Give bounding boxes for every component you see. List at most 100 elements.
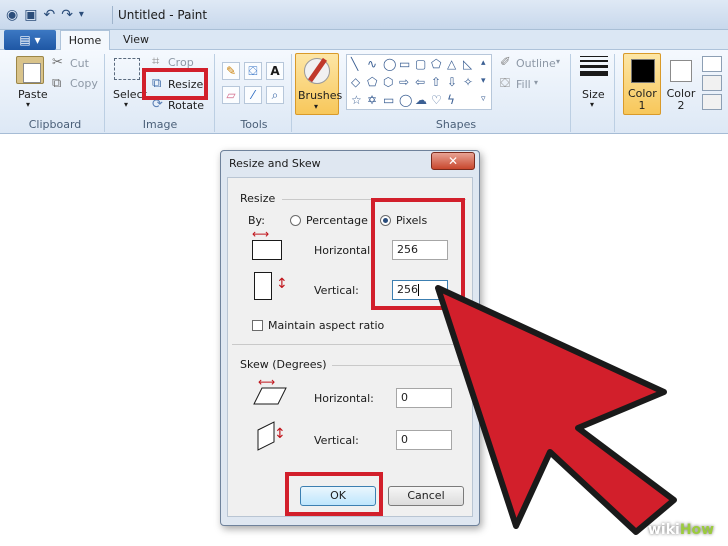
watermark-wiki: wiki bbox=[648, 522, 680, 538]
quick-access-toolbar: ◉ ▣ ↶ ↷ ▾ bbox=[6, 5, 90, 25]
tab-view[interactable]: View bbox=[114, 30, 158, 51]
hexagon-shape-icon[interactable]: ⬡ bbox=[383, 76, 393, 88]
paste-button[interactable]: Paste bbox=[18, 88, 48, 101]
down-arrow-shape-icon[interactable]: ⇩ bbox=[447, 76, 457, 88]
watermark-how: How bbox=[679, 522, 715, 538]
copy-button[interactable]: Copy bbox=[70, 77, 98, 90]
palette-color[interactable] bbox=[702, 75, 722, 91]
heart-shape-icon[interactable]: ♡ bbox=[431, 94, 442, 106]
color1-swatch bbox=[631, 59, 655, 83]
cut-button[interactable]: Cut bbox=[70, 57, 89, 70]
group-separator bbox=[291, 54, 292, 132]
outline-button[interactable]: Outline bbox=[516, 57, 556, 70]
resize-section-label: Resize bbox=[240, 192, 276, 205]
five-point-star-shape-icon[interactable]: ☆ bbox=[351, 94, 362, 106]
four-point-star-shape-icon[interactable]: ✧ bbox=[463, 76, 473, 88]
pencil-icon[interactable]: ✎ bbox=[222, 62, 240, 80]
ribbon: Paste ▾ ✂ Cut ⧉ Copy Clipboard Select ▾ … bbox=[0, 50, 728, 134]
clipboard-group-label: Clipboard bbox=[28, 118, 82, 131]
triangle-shape-icon[interactable]: △ bbox=[447, 58, 456, 70]
pointer-arrow-icon bbox=[435, 285, 677, 535]
up-arrow-shape-icon[interactable]: ⇧ bbox=[431, 76, 441, 88]
outline-icon: ✐ bbox=[500, 55, 511, 70]
size-icon[interactable] bbox=[580, 56, 608, 79]
gallery-expand-icon[interactable]: ▿ bbox=[481, 93, 486, 105]
rotate-icon: ⟳ bbox=[152, 97, 163, 112]
skew-vertical-label: Vertical: bbox=[314, 434, 359, 447]
color-picker-icon[interactable]: ⁄ bbox=[244, 86, 262, 104]
lightning-shape-icon[interactable]: ϟ bbox=[447, 94, 455, 106]
skew-horizontal-label: Horizontal: bbox=[314, 392, 374, 405]
resize-vertical-label: Vertical: bbox=[314, 284, 359, 297]
close-icon: ✕ bbox=[447, 154, 459, 168]
fill-icon: ⛋ bbox=[500, 76, 510, 91]
rounded-callout-shape-icon[interactable]: ▭ bbox=[383, 94, 394, 106]
resize-highlight bbox=[142, 68, 208, 100]
color2-label[interactable]: Color 2 bbox=[666, 88, 696, 112]
rectangle-shape-icon[interactable]: ▭ bbox=[399, 58, 410, 70]
brush-icon bbox=[304, 58, 330, 84]
pentagon-shape-icon[interactable]: ⬠ bbox=[367, 76, 377, 88]
redo-icon[interactable]: ↷ bbox=[61, 5, 73, 25]
brushes-dropdown-icon: ▾ bbox=[314, 102, 319, 111]
polygon-shape-icon[interactable]: ⬠ bbox=[431, 58, 441, 70]
brushes-button[interactable]: Brushes ▾ bbox=[295, 53, 342, 115]
skew-section-label: Skew (Degrees) bbox=[240, 358, 327, 371]
ok-highlight bbox=[285, 472, 383, 516]
save-icon[interactable]: ▣ bbox=[24, 5, 37, 25]
paste-icon[interactable] bbox=[16, 56, 44, 84]
curve-shape-icon[interactable]: ∿ bbox=[367, 58, 377, 70]
magnifier-icon[interactable]: ⌕ bbox=[266, 86, 284, 104]
customize-dropdown-icon[interactable]: ▾ bbox=[79, 5, 84, 25]
paint-app-icon: ◉ bbox=[6, 7, 19, 23]
gallery-scroll-down-icon[interactable]: ▾ bbox=[481, 75, 486, 87]
percentage-label[interactable]: Percentage bbox=[306, 214, 368, 227]
diamond-shape-icon[interactable]: ◇ bbox=[351, 76, 360, 88]
close-button[interactable]: ✕ bbox=[431, 152, 475, 170]
right-arrow-shape-icon[interactable]: ⇨ bbox=[399, 76, 409, 88]
group-separator bbox=[614, 54, 615, 132]
color1-label: Color 1 bbox=[628, 87, 657, 112]
select-icon[interactable] bbox=[114, 58, 140, 80]
gallery-scroll-up-icon[interactable]: ▴ bbox=[481, 57, 486, 69]
eraser-icon[interactable]: ▱ bbox=[222, 86, 240, 104]
paint-menu-button[interactable]: ▤ ▾ bbox=[4, 30, 56, 50]
vertical-skew-arrow-icon: ↕ bbox=[274, 426, 286, 442]
paste-dropdown-icon[interactable]: ▾ bbox=[26, 100, 30, 109]
rounded-rectangle-shape-icon[interactable]: ▢ bbox=[415, 58, 426, 70]
shapes-gallery[interactable]: ╲ ∿ ◯ ▭ ▢ ⬠ △ ◺ ◇ ⬠ ⬡ ⇨ ⇦ ⇧ ⇩ ✧ ☆ ✡ ▭ ◯ … bbox=[346, 54, 492, 110]
horizontal-resize-arrow-icon: ⟷ bbox=[252, 227, 270, 241]
undo-icon[interactable]: ↶ bbox=[43, 5, 55, 25]
horizontal-resize-icon bbox=[252, 240, 282, 260]
title-bar: ◉ ▣ ↶ ↷ ▾ Untitled - Paint bbox=[0, 0, 728, 30]
copy-icon: ⧉ bbox=[52, 76, 62, 91]
left-arrow-shape-icon[interactable]: ⇦ bbox=[415, 76, 425, 88]
tab-home[interactable]: Home bbox=[60, 30, 110, 51]
line-shape-icon[interactable]: ╲ bbox=[351, 58, 358, 70]
color2-swatch[interactable] bbox=[670, 60, 692, 82]
outline-dropdown-icon[interactable]: ▾ bbox=[556, 57, 560, 66]
six-point-star-shape-icon[interactable]: ✡ bbox=[367, 94, 377, 106]
cloud-callout-shape-icon[interactable]: ☁ bbox=[415, 94, 427, 106]
fill-dropdown-icon[interactable]: ▾ bbox=[534, 78, 538, 87]
title-separator bbox=[112, 6, 113, 24]
oval-callout-shape-icon[interactable]: ◯ bbox=[399, 94, 412, 106]
maintain-aspect-label[interactable]: Maintain aspect ratio bbox=[268, 319, 384, 332]
size-dropdown-icon[interactable]: ▾ bbox=[590, 100, 594, 109]
palette-color[interactable] bbox=[702, 94, 722, 110]
shapes-group-label: Shapes bbox=[435, 118, 477, 131]
select-dropdown-icon[interactable]: ▾ bbox=[124, 100, 128, 109]
maintain-aspect-checkbox[interactable] bbox=[252, 320, 263, 331]
group-separator bbox=[104, 54, 105, 132]
oval-shape-icon[interactable]: ◯ bbox=[383, 58, 396, 70]
crop-icon: ⌗ bbox=[152, 54, 160, 69]
fill-button[interactable]: Fill bbox=[516, 78, 531, 91]
group-separator bbox=[214, 54, 215, 132]
rotate-button[interactable]: Rotate bbox=[168, 99, 204, 112]
fill-bucket-icon[interactable]: ⛋ bbox=[244, 62, 262, 80]
right-triangle-shape-icon[interactable]: ◺ bbox=[463, 58, 472, 70]
palette-color[interactable] bbox=[702, 56, 722, 72]
percentage-radio[interactable] bbox=[290, 215, 301, 226]
color1-button[interactable]: Color 1 bbox=[623, 53, 661, 115]
text-tool-icon[interactable]: A bbox=[266, 62, 284, 80]
